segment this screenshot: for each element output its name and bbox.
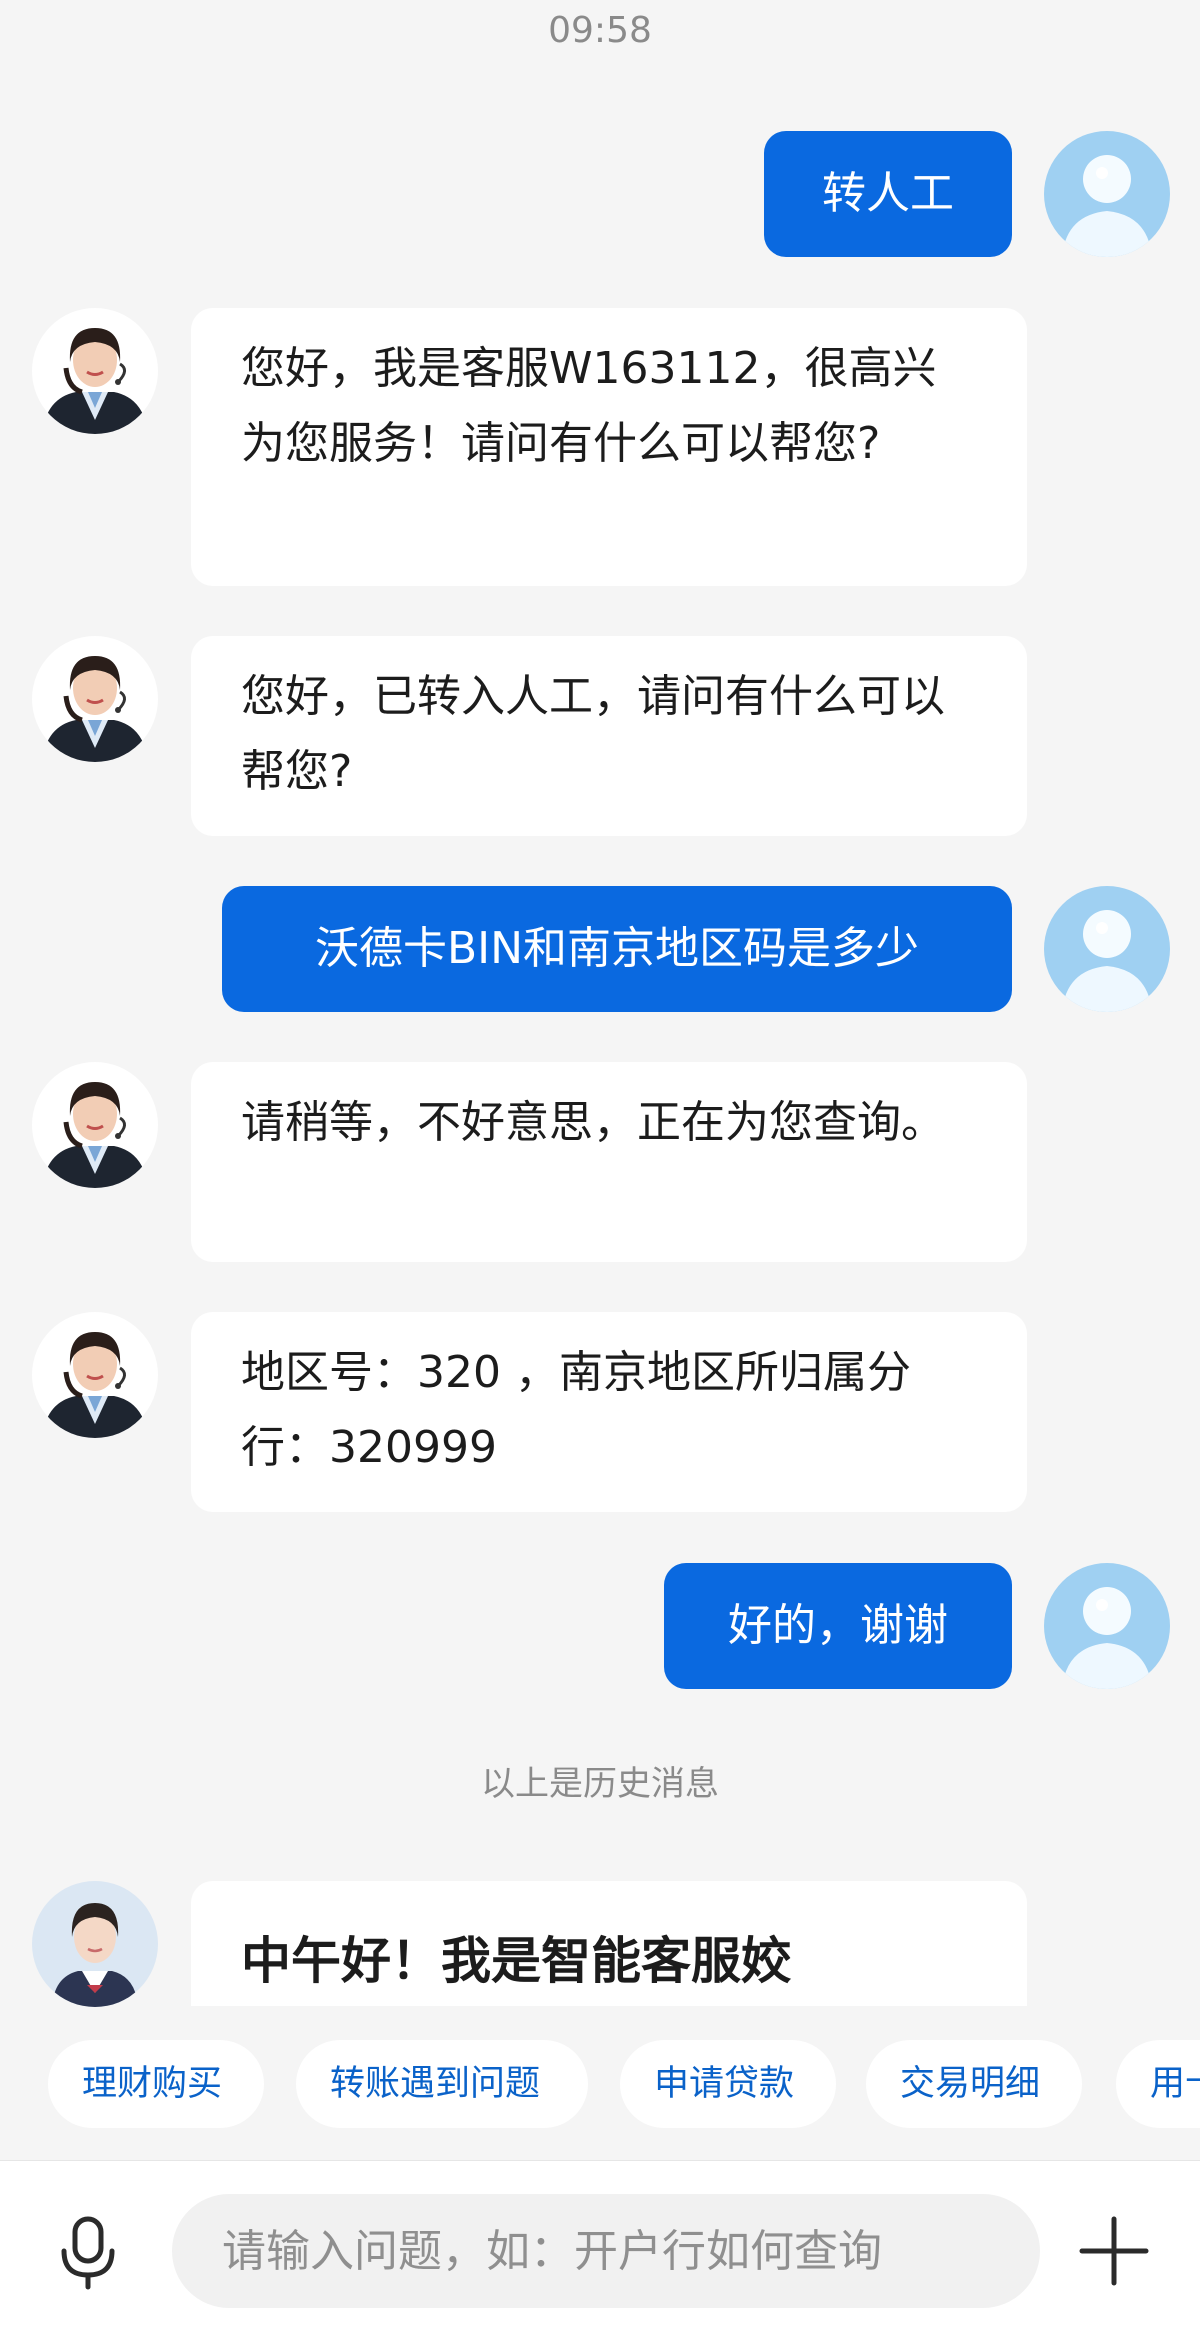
user-avatar[interactable] — [1044, 886, 1170, 1012]
quick-chip-transfer-issue[interactable]: 转账遇到问题 — [296, 2040, 588, 2128]
agent-message-bubble[interactable]: 请稍等，不好意思，正在为您查询。 — [191, 1062, 1027, 1262]
user-avatar[interactable] — [1044, 1563, 1170, 1689]
agent-avatar-icon — [32, 1312, 158, 1438]
user-avatar-icon — [1044, 131, 1170, 257]
quick-chip-loan[interactable]: 申请贷款 — [620, 2040, 836, 2128]
agent-avatar[interactable] — [32, 308, 158, 434]
agent-message-bubble[interactable]: 您好，我是客服W163112，很高兴为您服务！请问有什么可以帮您? — [191, 308, 1027, 586]
agent-avatar-icon — [32, 308, 158, 434]
agent-message-bubble[interactable]: 您好，已转入人工，请问有什么可以帮您? — [191, 636, 1027, 836]
quick-chip-wealth-purchase[interactable]: 理财购买 — [48, 2040, 264, 2128]
agent-avatar[interactable] — [32, 1312, 158, 1438]
user-message-bubble[interactable]: 沃德卡BIN和南京地区码是多少 — [222, 886, 1012, 1012]
agent-avatar[interactable] — [32, 636, 158, 762]
agent-avatar[interactable] — [32, 1062, 158, 1188]
user-message-bubble[interactable]: 好的，谢谢 — [664, 1563, 1012, 1689]
time-label: 09:58 — [548, 10, 652, 51]
user-avatar[interactable] — [1044, 131, 1170, 257]
user-avatar-icon — [1044, 1563, 1170, 1689]
user-avatar-icon — [1044, 886, 1170, 1012]
quick-chip-card[interactable]: 用卡 — [1116, 2040, 1200, 2128]
input-bar — [0, 2160, 1200, 2338]
question-input[interactable] — [172, 2194, 1040, 2308]
bot-greeting-bubble: 中午好！我是智能客服姣 — [191, 1881, 1027, 2006]
plus-icon[interactable] — [1076, 2213, 1152, 2289]
agent-avatar-icon — [32, 1062, 158, 1188]
agent-message-bubble[interactable]: 地区号：320 ，南京地区所归属分行：320999 — [191, 1312, 1027, 1512]
quick-chip-transactions[interactable]: 交易明细 — [866, 2040, 1082, 2128]
microphone-icon[interactable] — [48, 2211, 128, 2291]
bot-avatar-icon — [32, 1881, 158, 2007]
history-divider: 以上是历史消息 — [481, 1764, 719, 1804]
quick-reply-bar: 理财购买 转账遇到问题 申请贷款 交易明细 用卡 — [0, 2040, 1200, 2130]
agent-avatar-icon — [32, 636, 158, 762]
user-message-bubble[interactable]: 转人工 — [764, 131, 1012, 257]
bot-avatar[interactable] — [32, 1881, 158, 2007]
